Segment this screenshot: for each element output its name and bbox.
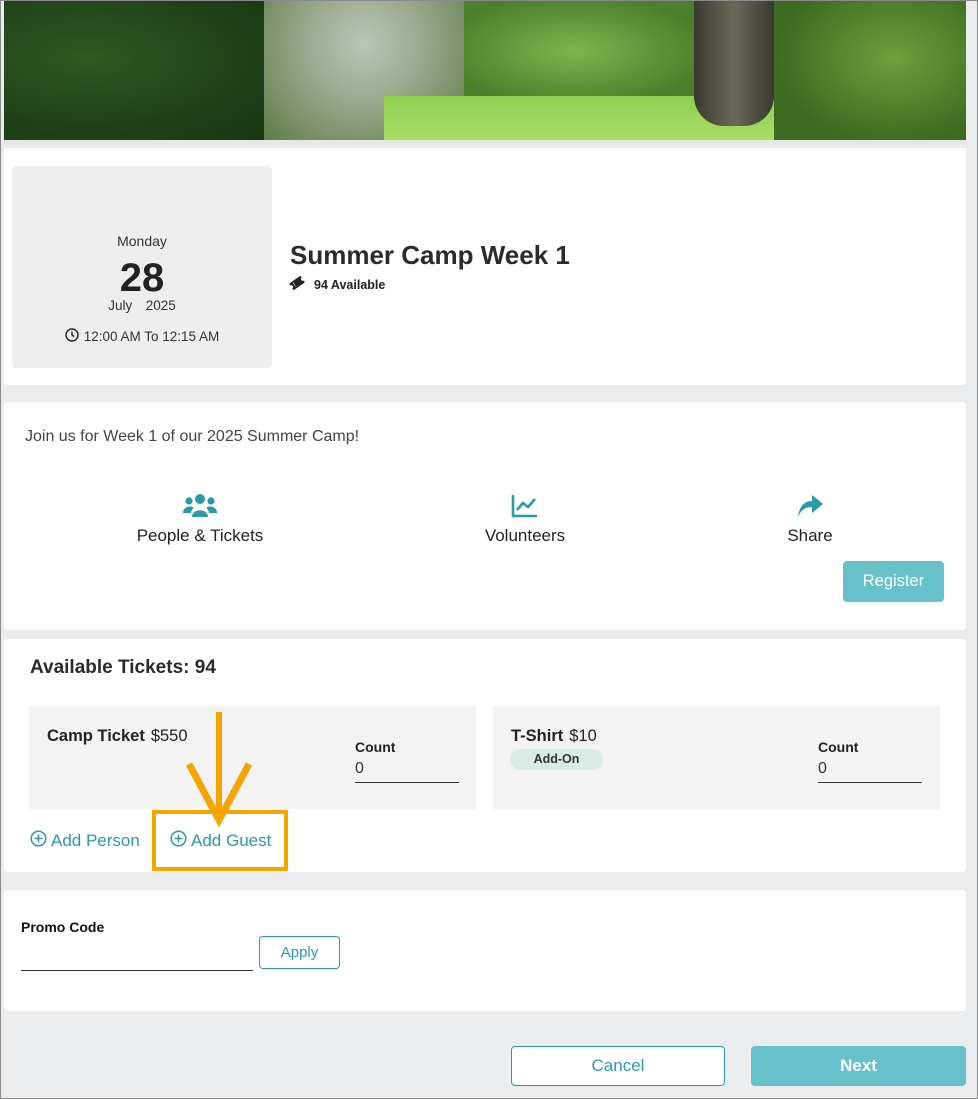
promo-code-label: Promo Code bbox=[21, 919, 105, 935]
count-label: Count bbox=[818, 739, 859, 755]
ticket-name-text: Camp Ticket bbox=[47, 727, 145, 745]
people-icon bbox=[124, 492, 276, 520]
tickets-card: Available Tickets: 94 Camp Ticket $550 Co… bbox=[4, 639, 966, 872]
volunteers-label: Volunteers bbox=[484, 526, 566, 545]
ticket-name-text: T-Shirt bbox=[511, 727, 564, 745]
chart-line-icon bbox=[470, 492, 580, 520]
event-date-box: Monday 28 July 2025 12:00 AM To 12:15 AM bbox=[12, 166, 272, 368]
ticket-option-tshirt: T-Shirt $10 Add-On Count bbox=[493, 706, 940, 809]
share-icon bbox=[775, 492, 845, 520]
add-person-label: Add Person bbox=[51, 831, 140, 850]
tshirt-count-input[interactable] bbox=[818, 755, 922, 783]
event-description: Join us for Week 1 of our 2025 Summer Ca… bbox=[25, 428, 360, 445]
add-on-badge: Add-On bbox=[510, 749, 603, 770]
ticket-option-camp: Camp Ticket $550 Count bbox=[29, 706, 476, 809]
ticket-name: Camp Ticket $550 bbox=[47, 727, 188, 746]
volunteers-action[interactable]: Volunteers bbox=[470, 492, 580, 546]
availability-text: 94 Available bbox=[314, 277, 386, 292]
next-button[interactable]: Next bbox=[751, 1046, 966, 1086]
count-label: Count bbox=[355, 739, 396, 755]
cancel-button[interactable]: Cancel bbox=[511, 1046, 725, 1086]
down-arrow-annotation bbox=[185, 712, 253, 835]
event-title: Summer Camp Week 1 bbox=[290, 240, 570, 270]
register-button[interactable]: Register bbox=[843, 561, 944, 602]
event-header-card: Monday 28 July 2025 12:00 AM To 12:15 AM… bbox=[4, 148, 966, 385]
event-month-year: July 2025 bbox=[108, 298, 176, 313]
event-weekday: Monday bbox=[117, 233, 167, 249]
event-availability: 94 Available bbox=[288, 275, 385, 294]
plus-circle-icon bbox=[30, 830, 47, 852]
camp-ticket-count-input[interactable] bbox=[355, 755, 459, 783]
promo-code-input[interactable] bbox=[21, 942, 253, 971]
event-banner-image bbox=[4, 1, 966, 144]
apply-button[interactable]: Apply bbox=[259, 936, 340, 969]
ticket-price: $10 bbox=[569, 727, 597, 745]
available-tickets-heading: Available Tickets: 94 bbox=[30, 657, 216, 678]
share-label: Share bbox=[787, 526, 833, 545]
add-person-link[interactable]: Add Person bbox=[30, 830, 140, 852]
people-tickets-action[interactable]: People & Tickets bbox=[124, 492, 276, 546]
promo-card: Promo Code Apply bbox=[4, 890, 966, 1011]
ticket-name: T-Shirt $10 bbox=[511, 727, 597, 746]
ticket-icon bbox=[288, 275, 306, 294]
clock-icon bbox=[65, 328, 79, 345]
event-time-range: 12:00 AM To 12:15 AM bbox=[83, 329, 220, 344]
people-tickets-label: People & Tickets bbox=[136, 526, 264, 545]
event-day: 28 bbox=[119, 256, 165, 300]
ticket-price: $550 bbox=[150, 727, 188, 745]
event-time: 12:00 AM To 12:15 AM bbox=[12, 328, 272, 345]
event-description-card: Join us for Week 1 of our 2025 Summer Ca… bbox=[4, 402, 966, 630]
share-action[interactable]: Share bbox=[775, 492, 845, 546]
